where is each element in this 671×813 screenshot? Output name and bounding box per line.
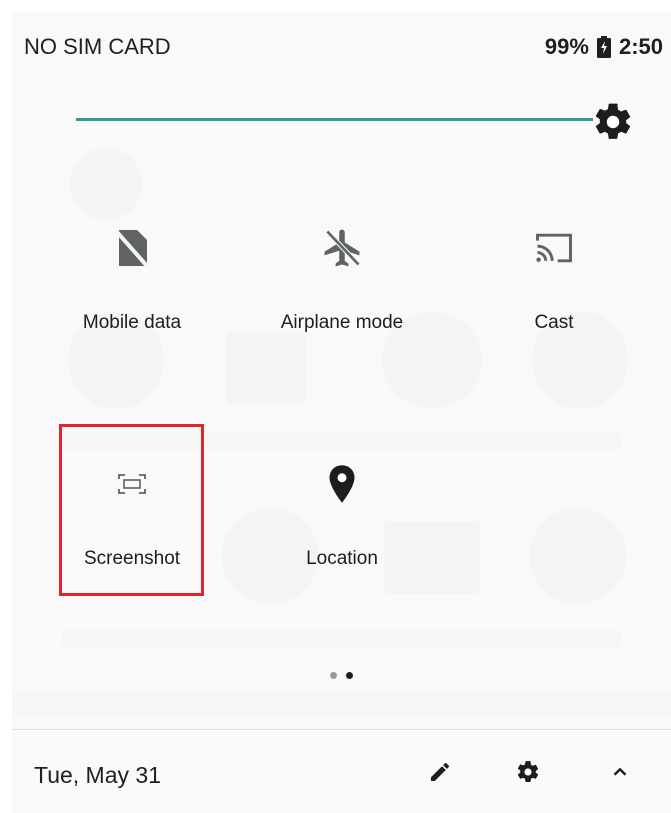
tile-label: Airplane mode	[280, 312, 404, 333]
chevron-up-icon	[609, 761, 631, 788]
tile-cast[interactable]: Cast	[454, 224, 654, 334]
status-bar: NO SIM CARD 99% 2:50	[12, 12, 671, 76]
page-dot[interactable]	[330, 672, 337, 679]
battery-charging-icon	[596, 36, 611, 58]
status-indicators: 99% 2:50	[545, 34, 663, 60]
battery-percentage: 99%	[544, 34, 589, 59]
brightness-gear-icon[interactable]	[591, 100, 635, 144]
page-dot-active[interactable]	[346, 672, 353, 679]
tile-label: Mobile data	[82, 312, 182, 333]
collapse-button[interactable]	[604, 758, 636, 790]
gear-icon	[515, 759, 541, 790]
highlight-box	[59, 424, 204, 596]
quick-settings-footer: Tue, May 31	[12, 729, 671, 813]
date-label: Tue, May 31	[34, 762, 161, 788]
tile-airplane-mode[interactable]: Airplane mode	[242, 224, 442, 334]
mobile-data-off-icon	[108, 224, 156, 272]
tile-label: Cast	[534, 312, 574, 333]
cast-icon	[530, 224, 578, 272]
quick-settings-panel: NO SIM CARD 99% 2:50 Mobile data Airplan…	[12, 12, 671, 813]
tile-label: Location	[306, 548, 378, 569]
tile-mobile-data[interactable]: Mobile data	[32, 224, 232, 334]
settings-button[interactable]	[512, 758, 544, 790]
clock: 2:50	[618, 34, 663, 59]
carrier-label: NO SIM CARD	[24, 34, 171, 59]
location-pin-icon	[318, 460, 366, 508]
airplane-mode-off-icon	[318, 224, 366, 272]
edit-button[interactable]	[424, 758, 456, 790]
brightness-slider[interactable]	[76, 100, 636, 140]
brightness-track[interactable]	[76, 118, 593, 121]
page-indicator	[330, 672, 353, 679]
tile-location[interactable]: Location	[242, 460, 442, 570]
pencil-icon	[428, 760, 452, 789]
